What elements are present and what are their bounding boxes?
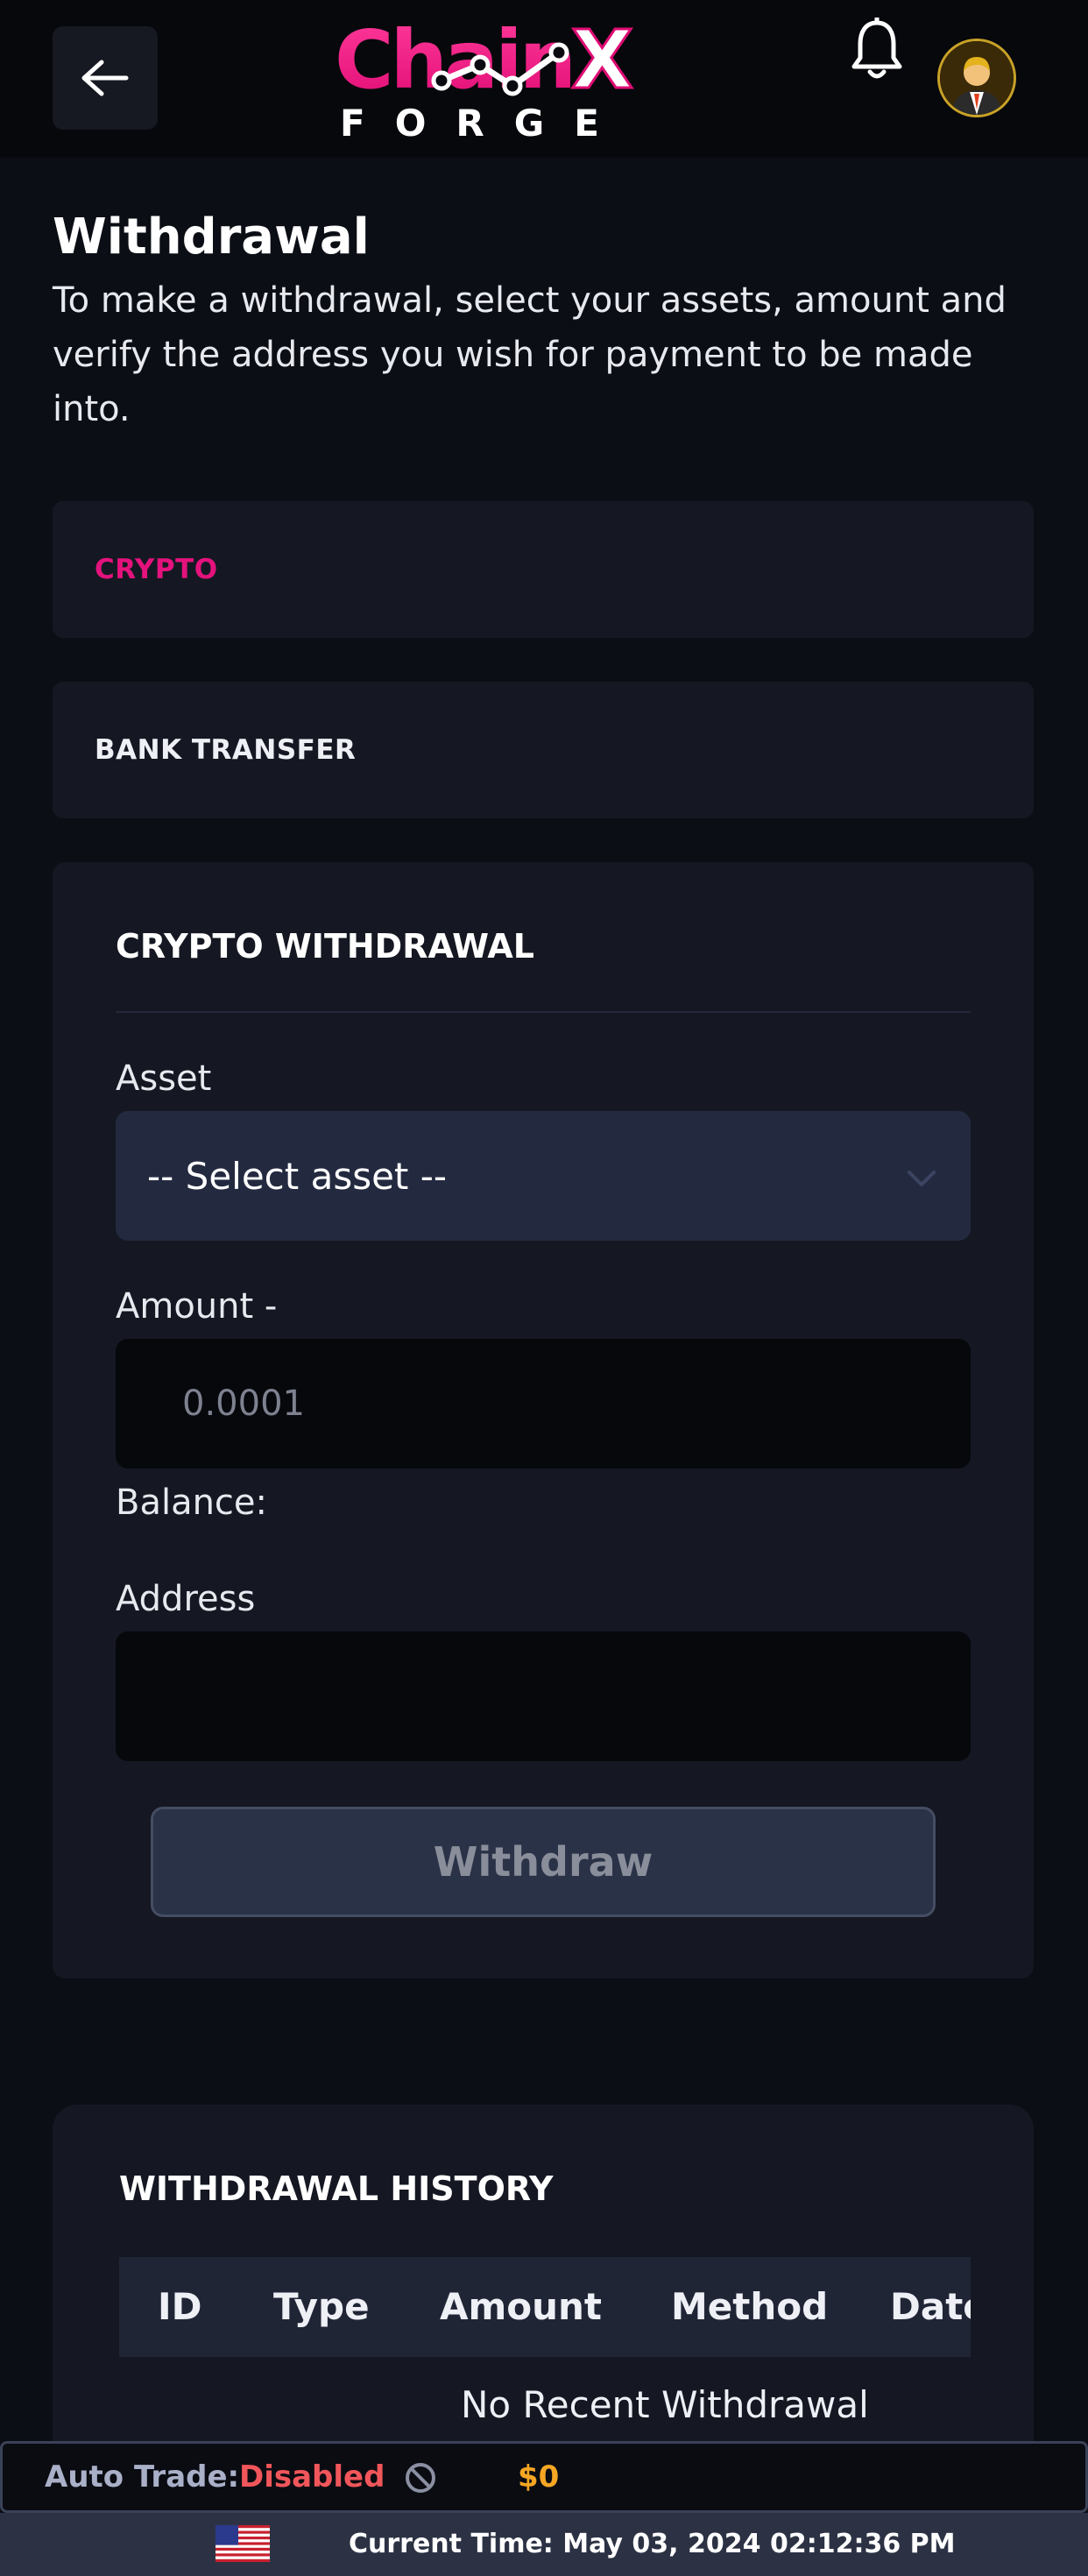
us-flag-icon (215, 2525, 270, 2562)
svg-text:Chain: Chain (335, 16, 573, 107)
column-header-id: ID (158, 2285, 202, 2328)
user-avatar-icon[interactable] (937, 39, 1016, 117)
auto-trade-status[interactable]: Disabled (239, 2444, 385, 2510)
column-header-amount: Amount (440, 2285, 603, 2328)
table-header: ID Type Amount Method Date (119, 2257, 971, 2357)
crypto-withdrawal-card: CRYPTO WITHDRAWAL Asset -- Select asset … (53, 862, 1034, 1978)
address-input[interactable] (116, 1631, 971, 1761)
page-title: Withdrawal (53, 209, 370, 265)
back-button[interactable] (53, 26, 158, 130)
account-balance: $0 (518, 2459, 560, 2495)
amount-input[interactable] (116, 1339, 971, 1468)
balance-label: Balance: (116, 1483, 268, 1523)
arrow-left-icon (81, 60, 129, 96)
page-description: To make a withdrawal, select your assets… (53, 280, 1007, 429)
top-bar: Chain X FORGE (0, 0, 1088, 158)
withdraw-button[interactable]: Withdraw (151, 1807, 936, 1917)
tab-crypto-label: CRYPTO (95, 554, 218, 585)
asset-label: Asset (116, 1058, 212, 1099)
address-label: Address (116, 1579, 256, 1619)
asset-select[interactable]: -- Select asset -- (116, 1111, 971, 1241)
column-header-method: Method (671, 2285, 829, 2328)
auto-trade-label: Auto Trade: (45, 2459, 240, 2495)
tab-bank-transfer-label: BANK TRANSFER (95, 734, 357, 766)
svg-text:X: X (571, 16, 633, 107)
amount-label: Amount - (116, 1286, 278, 1327)
current-time: Current Time: May 03, 2024 02:12:36 PM (349, 2529, 956, 2559)
disabled-circle-icon (406, 2463, 435, 2493)
asset-select-value: -- Select asset -- (147, 1154, 448, 1198)
current-time-bar: Current Time: May 03, 2024 02:12:36 PM (0, 2513, 1088, 2576)
auto-trade-status-bar: Auto Trade: Disabled $0 (0, 2441, 1088, 2513)
column-header-type: Type (273, 2285, 370, 2328)
empty-history-message: No Recent Withdrawal (461, 2383, 869, 2426)
column-header-date: Date (890, 2285, 971, 2328)
crypto-withdrawal-title: CRYPTO WITHDRAWAL (116, 927, 535, 966)
withdrawal-history-title: WITHDRAWAL HISTORY (119, 2169, 554, 2208)
chevron-down-icon (908, 1171, 936, 1186)
card-divider (116, 1011, 971, 1013)
chainx-forge-logo[interactable]: Chain X FORGE (333, 12, 659, 145)
tab-bank-transfer[interactable]: BANK TRANSFER (53, 682, 1034, 818)
bell-icon[interactable] (850, 18, 904, 81)
tab-crypto[interactable]: CRYPTO (53, 501, 1034, 638)
svg-text:FORGE: FORGE (340, 102, 629, 143)
